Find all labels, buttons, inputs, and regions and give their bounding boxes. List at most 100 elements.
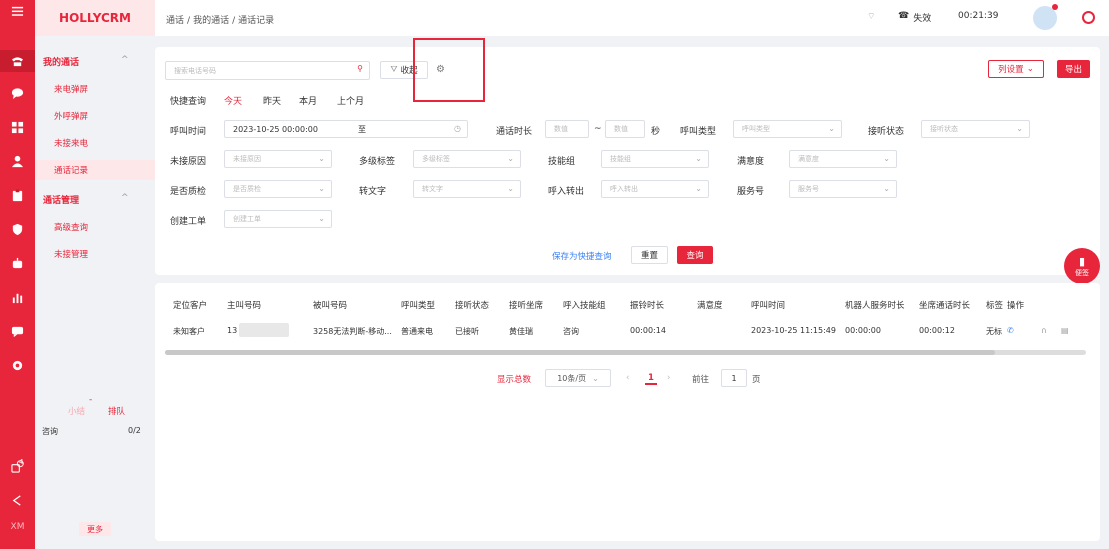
bar-chart-icon[interactable] bbox=[0, 286, 35, 308]
menu-group-call-management[interactable]: 通话管理 ^ bbox=[43, 193, 143, 206]
menu-toggle-icon[interactable] bbox=[0, 0, 35, 22]
call-icon[interactable]: ✆ bbox=[1007, 326, 1014, 335]
robot-icon[interactable] bbox=[0, 252, 35, 274]
satisfaction-select[interactable]: 满意度 ⌄ bbox=[789, 150, 897, 168]
ticket-label: 创建工单 bbox=[170, 217, 207, 227]
queue-tab-summary[interactable]: 小结 bbox=[68, 405, 85, 417]
call-time-range[interactable]: 2023-10-25 00:00:00 至 ◷ bbox=[224, 120, 468, 138]
chat-icon[interactable] bbox=[0, 82, 35, 104]
duration-label: 通话时长 bbox=[496, 127, 533, 137]
sidebar-item-missed-management[interactable]: 未接管理 bbox=[35, 244, 155, 264]
page-current[interactable]: 1 bbox=[645, 373, 657, 385]
chevron-down-icon: ⌄ bbox=[318, 184, 325, 193]
collapse-icon[interactable] bbox=[0, 489, 35, 511]
goto-input[interactable]: 1 bbox=[721, 369, 747, 387]
sidebar-item-call-records[interactable]: 通话记录 bbox=[35, 160, 155, 180]
col-header: 被叫号码 bbox=[313, 301, 348, 311]
chevron-down-icon: ⌄ bbox=[695, 154, 702, 163]
signal-icon: ⌔ bbox=[867, 12, 876, 22]
prev-page-icon[interactable]: ‹ bbox=[626, 373, 629, 383]
document-icon[interactable]: ▤ bbox=[1061, 326, 1069, 335]
page-size-select[interactable]: 10条/页 ⌄ bbox=[545, 369, 611, 387]
quick-yesterday[interactable]: 昨天 bbox=[263, 94, 281, 107]
breadcrumb-item: 通话记录 bbox=[238, 16, 275, 26]
online-dot bbox=[1052, 4, 1058, 10]
search-icon[interactable]: ⚲ bbox=[357, 64, 363, 73]
breadcrumb-item[interactable]: 我的通话 bbox=[193, 16, 229, 26]
call-timer: 00:21:39 bbox=[958, 11, 999, 21]
qc-select[interactable]: 是否质检 ⌄ bbox=[224, 180, 332, 198]
transfer-select[interactable]: 呼入转出 ⌄ bbox=[601, 180, 709, 198]
horizontal-scrollbar[interactable] bbox=[165, 350, 1086, 355]
service-no-label: 服务号 bbox=[737, 187, 765, 197]
sidebar-item-advanced-search[interactable]: 高级查询 bbox=[35, 217, 155, 237]
call-type-select[interactable]: 呼叫类型 ⌄ bbox=[733, 120, 842, 138]
chevron-down-icon: ⌄ bbox=[883, 184, 890, 193]
chevron-down-icon: ⌄ bbox=[1016, 124, 1023, 133]
grid-icon[interactable] bbox=[0, 116, 35, 138]
icon-rail: 4 XM bbox=[0, 0, 35, 549]
duration-max-input[interactable]: 数值 bbox=[605, 120, 645, 138]
sidebar-item-incoming-popup[interactable]: 来电弹屏 bbox=[35, 79, 155, 99]
col-header: 满意度 bbox=[697, 301, 723, 311]
chevron-down-icon: ⌄ bbox=[695, 184, 702, 193]
phone-icon[interactable] bbox=[0, 50, 35, 72]
page-unit: 页 bbox=[752, 375, 761, 385]
cell-agent-duration: 00:00:12 bbox=[919, 326, 955, 335]
cell-ring-duration: 00:00:14 bbox=[630, 326, 666, 335]
user-icon[interactable] bbox=[0, 150, 35, 172]
service-no-select[interactable]: 服务号 ⌄ bbox=[789, 180, 897, 198]
save-quick-query-link[interactable]: 保存为快捷查询 bbox=[552, 250, 612, 262]
column-settings-button[interactable]: 列设置 ⌄ bbox=[988, 60, 1044, 78]
col-header: 机器人服务时长 bbox=[845, 301, 905, 311]
notification-icon[interactable]: 4 bbox=[0, 455, 35, 477]
shield-icon[interactable] bbox=[0, 218, 35, 240]
duration-min-input[interactable]: 数值 bbox=[545, 120, 589, 138]
chevron-up-icon: ^ bbox=[121, 55, 129, 65]
user-initials: XM bbox=[10, 522, 25, 532]
queue-tab-line[interactable]: 排队 bbox=[108, 405, 125, 417]
col-header: 接听坐席 bbox=[509, 301, 544, 311]
scrollbar-thumb[interactable] bbox=[165, 350, 995, 355]
breadcrumb-item[interactable]: 通话 bbox=[166, 16, 184, 26]
search-input[interactable]: 搜索电话号码 ⚲ bbox=[165, 61, 370, 80]
to-text-select[interactable]: 转文字 ⌄ bbox=[413, 180, 521, 198]
dash-icon: - bbox=[89, 395, 93, 405]
chevron-down-icon: ⌄ bbox=[318, 214, 325, 223]
multi-tag-select[interactable]: 多级标签 ⌄ bbox=[413, 150, 521, 168]
quick-today[interactable]: 今天 bbox=[224, 94, 242, 107]
sticky-note-button[interactable]: ▮ 便签 bbox=[1064, 248, 1100, 284]
settings-icon[interactable] bbox=[0, 354, 35, 376]
missed-reason-select[interactable]: 未接原因 ⌄ bbox=[224, 150, 332, 168]
sidebar-item-outgoing-popup[interactable]: 外呼弹屏 bbox=[35, 106, 155, 126]
skill-group-select[interactable]: 技能组 ⌄ bbox=[601, 150, 709, 168]
next-page-icon[interactable]: › bbox=[667, 373, 670, 383]
pager-total: 显示总数 bbox=[497, 375, 532, 385]
sidebar-item-missed[interactable]: 未接来电 bbox=[35, 133, 155, 153]
menu-group-my-calls[interactable]: 我的通话 ^ bbox=[43, 55, 143, 68]
phone-status[interactable]: ☎ 失效 bbox=[898, 11, 931, 24]
headset-icon[interactable]: ∩ bbox=[1041, 326, 1047, 335]
message-icon[interactable] bbox=[0, 320, 35, 342]
queue-item-count: 0/2 bbox=[128, 426, 141, 435]
clipboard-icon[interactable] bbox=[0, 184, 35, 206]
quick-this-month[interactable]: 本月 bbox=[299, 94, 317, 107]
range-tilde: ~ bbox=[594, 124, 602, 134]
answer-status-select[interactable]: 接听状态 ⌄ bbox=[921, 120, 1030, 138]
power-icon[interactable] bbox=[1082, 11, 1095, 24]
export-button[interactable]: 导出 bbox=[1057, 60, 1090, 78]
col-header: 呼叫时间 bbox=[751, 301, 786, 311]
reset-button[interactable]: 重置 bbox=[631, 246, 668, 264]
more-button[interactable]: 更多 bbox=[79, 522, 111, 536]
cell-tag: 无标 bbox=[986, 327, 1002, 336]
ticket-select[interactable]: 创建工单 ⌄ bbox=[224, 210, 332, 228]
cell-customer[interactable]: 未知客户 bbox=[173, 326, 205, 337]
col-header: 坐席通话时长 bbox=[919, 301, 971, 311]
cell-call-time: 2023-10-25 11:15:49 bbox=[751, 326, 836, 335]
bookmark-icon: ▮ bbox=[1078, 254, 1086, 268]
missed-reason-label: 未接原因 bbox=[170, 157, 207, 167]
cell-agent: 黄佳瑞 bbox=[509, 327, 533, 336]
query-button[interactable]: 查询 bbox=[677, 246, 713, 264]
col-header: 定位客户 bbox=[173, 301, 208, 311]
quick-last-month[interactable]: 上个月 bbox=[337, 94, 364, 107]
